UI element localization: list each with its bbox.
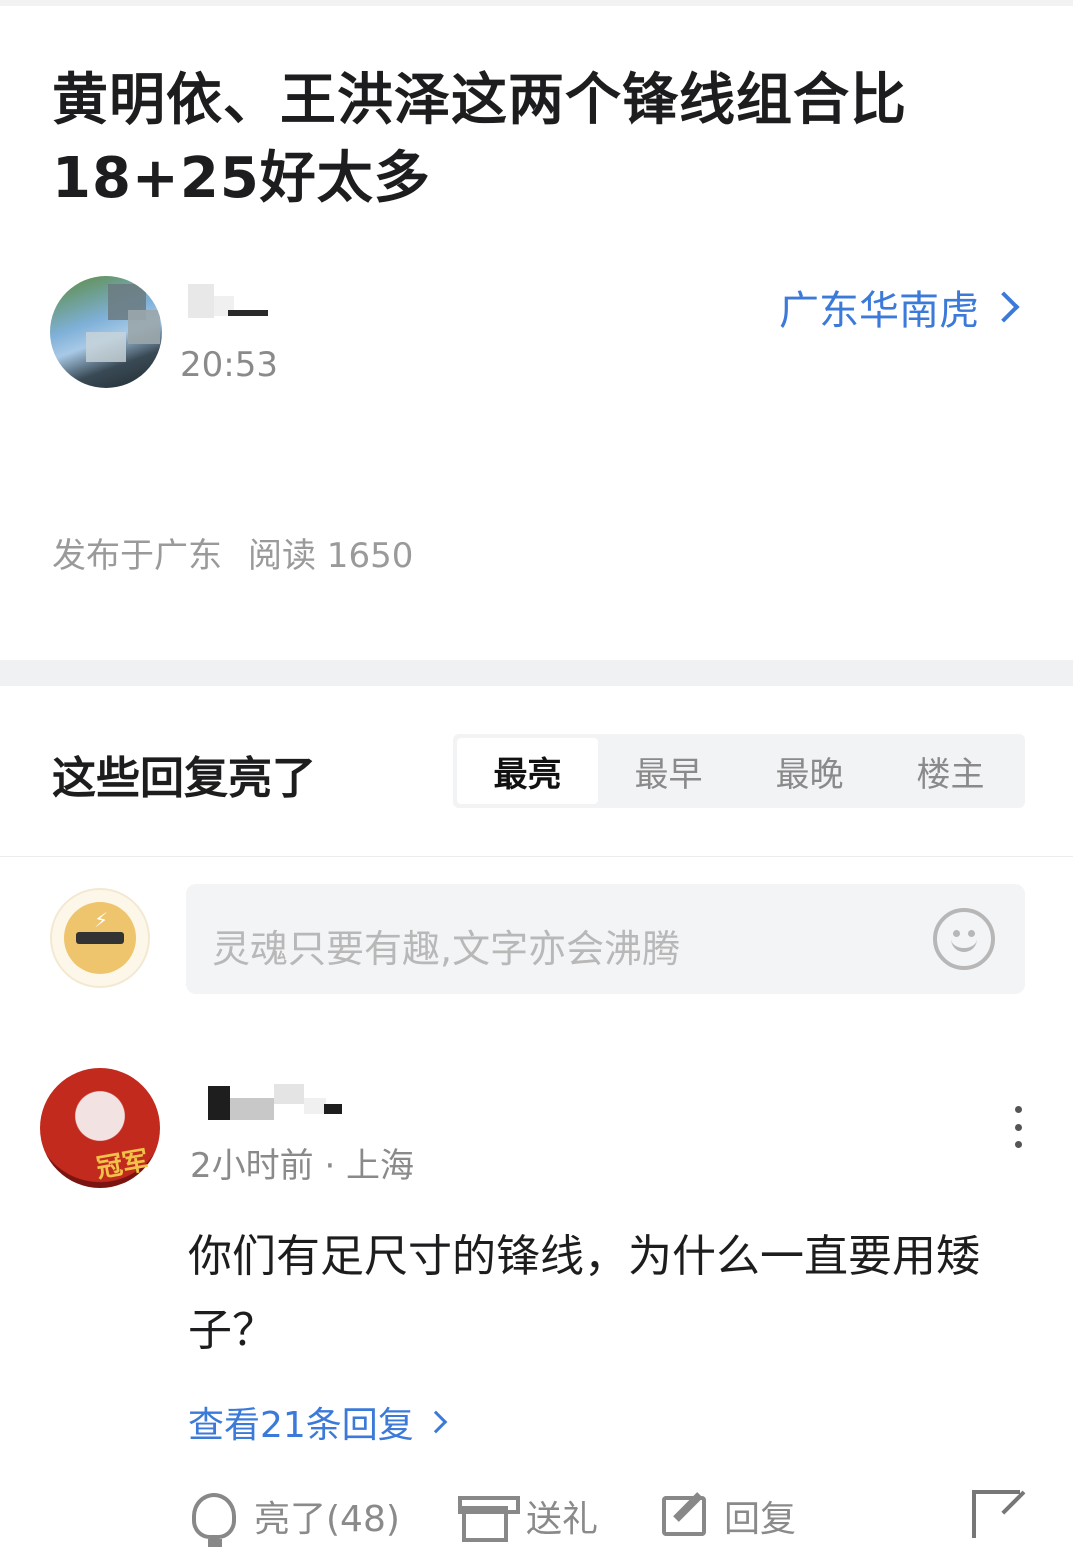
smiley-icon[interactable]	[933, 908, 995, 970]
view-replies-link[interactable]: 查看21条回复	[188, 1396, 448, 1448]
gift-icon	[458, 1496, 520, 1542]
top-edge	[0, 0, 1073, 6]
author-avatar[interactable]	[50, 276, 162, 388]
author-post-time: 20:53	[180, 345, 278, 385]
sort-tabs: 最亮 最早 最晚 楼主	[453, 734, 1025, 808]
author-name-redacted[interactable]	[188, 282, 278, 322]
divider	[0, 856, 1073, 857]
post-location: 发布于广东	[52, 536, 222, 576]
avatar-pixelation	[128, 310, 160, 344]
light-button[interactable]: 亮了(48)	[192, 1490, 400, 1547]
avatar-face: ⚡	[64, 902, 136, 974]
comment-meta: 2小时前 · 上海	[190, 1146, 415, 1186]
gift-button[interactable]: 送礼	[458, 1490, 599, 1542]
gift-label: 送礼	[526, 1499, 599, 1540]
share-button[interactable]	[972, 1490, 1020, 1538]
more-vertical-icon[interactable]	[1010, 1106, 1026, 1148]
view-replies-label: 查看21条回复	[188, 1405, 414, 1446]
comment-input[interactable]: 灵魂只要有趣,文字亦会沸腾	[186, 884, 1025, 994]
avatar-badge-text: 冠军	[94, 1145, 151, 1185]
sunglasses-icon	[76, 932, 124, 944]
post-meta: 发布于广东 阅读 1650	[52, 528, 413, 577]
light-count: 亮了(48)	[254, 1499, 400, 1540]
reply-label: 回复	[724, 1499, 797, 1540]
commenter-name-redacted[interactable]	[208, 1082, 348, 1122]
lightbulb-icon	[192, 1493, 236, 1547]
forum-link[interactable]: 广东华南虎	[779, 278, 1020, 336]
forum-link-label: 广东华南虎	[779, 288, 979, 334]
comment-actions: 亮了(48) 送礼 回复	[0, 1490, 1073, 1550]
chevron-right-icon	[988, 291, 1020, 323]
tab-earliest[interactable]: 最早	[598, 738, 739, 804]
tab-latest[interactable]: 最晚	[739, 738, 880, 804]
replies-section-title: 这些回复亮了	[52, 753, 316, 804]
chevron-right-icon	[424, 1410, 448, 1434]
comment-input-placeholder: 灵魂只要有趣,文字亦会沸腾	[212, 927, 681, 971]
comment-body: 你们有足尺寸的锋线，为什么一直要用矮子？	[188, 1231, 980, 1356]
post-read-count: 阅读 1650	[248, 536, 414, 576]
edit-icon	[662, 1496, 706, 1536]
avatar-pixelation	[86, 332, 126, 362]
lightning-icon: ⚡	[94, 908, 109, 932]
tab-op-only[interactable]: 楼主	[880, 738, 1021, 804]
share-icon	[972, 1490, 1020, 1538]
commenter-avatar[interactable]: 冠军	[40, 1068, 160, 1188]
tab-hottest[interactable]: 最亮	[457, 738, 598, 804]
reply-button[interactable]: 回复	[662, 1490, 796, 1542]
current-user-avatar[interactable]: ⚡	[50, 888, 150, 988]
section-divider	[0, 660, 1073, 686]
post-title: 黄明依、王洪泽这两个锋线组合比18+25好太多	[52, 68, 907, 211]
